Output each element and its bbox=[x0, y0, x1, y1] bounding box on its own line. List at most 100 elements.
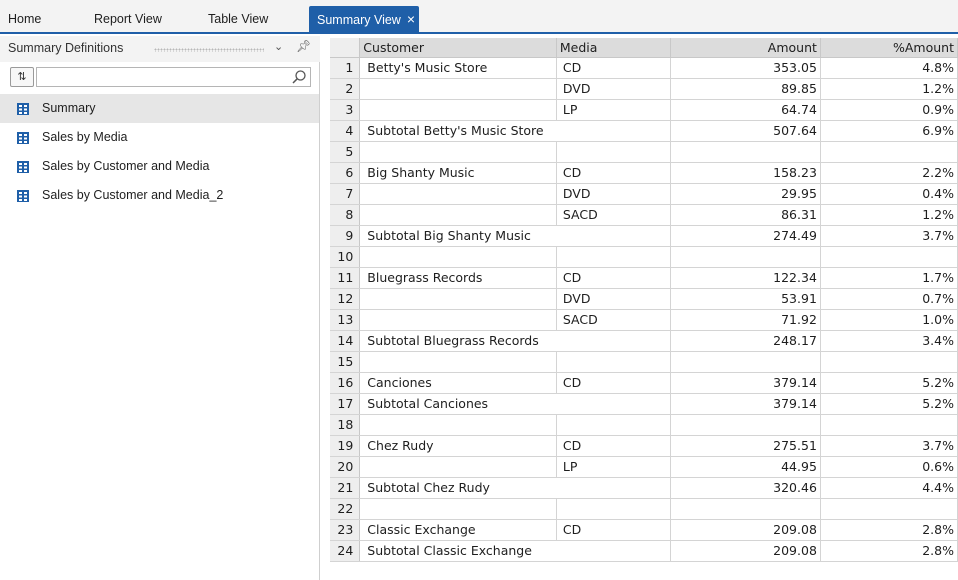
table-row[interactable]: 12 DVD 53.91 0.7% bbox=[330, 288, 958, 310]
cell-pct-amount[interactable] bbox=[820, 246, 958, 268]
cell-pct-amount[interactable] bbox=[820, 351, 958, 373]
cell-media[interactable]: CD bbox=[556, 267, 671, 289]
cell-customer[interactable] bbox=[359, 99, 557, 121]
subtotal-row[interactable]: 9 Subtotal Big Shanty Music 274.49 3.7% bbox=[330, 225, 958, 247]
row-number[interactable]: 21 bbox=[330, 477, 361, 499]
cell-media[interactable] bbox=[556, 330, 671, 352]
cell-media[interactable]: CD bbox=[556, 519, 671, 541]
cell-customer[interactable]: Subtotal Chez Rudy bbox=[359, 477, 557, 499]
table-row[interactable]: 1 Betty's Music Store CD 353.05 4.8% bbox=[330, 57, 958, 79]
row-number[interactable]: 3 bbox=[330, 99, 361, 121]
cell-pct-amount[interactable] bbox=[820, 141, 958, 163]
cell-pct-amount[interactable]: 1.7% bbox=[820, 267, 958, 289]
cell-customer[interactable]: Classic Exchange bbox=[359, 519, 557, 541]
cell-media[interactable] bbox=[556, 540, 671, 562]
cell-amount[interactable]: 44.95 bbox=[670, 456, 821, 478]
row-number[interactable]: 1 bbox=[330, 57, 361, 79]
cell-amount[interactable]: 275.51 bbox=[670, 435, 821, 457]
cell-customer[interactable]: Betty's Music Store bbox=[359, 57, 557, 79]
cell-pct-amount[interactable]: 3.7% bbox=[820, 225, 958, 247]
cell-media[interactable]: SACD bbox=[556, 204, 671, 226]
row-number[interactable]: 2 bbox=[330, 78, 361, 100]
row-number[interactable]: 22 bbox=[330, 498, 361, 520]
cell-media[interactable]: DVD bbox=[556, 183, 671, 205]
column-header-pct-amount[interactable]: %Amount bbox=[820, 38, 958, 58]
cell-customer[interactable] bbox=[359, 246, 557, 268]
cell-amount[interactable]: 248.17 bbox=[670, 330, 821, 352]
column-header-customer[interactable]: Customer bbox=[359, 38, 557, 58]
cell-media[interactable] bbox=[556, 477, 671, 499]
table-row[interactable]: 3 LP 64.74 0.9% bbox=[330, 99, 958, 121]
cell-pct-amount[interactable]: 1.2% bbox=[820, 78, 958, 100]
cell-amount[interactable]: 209.08 bbox=[670, 519, 821, 541]
cell-amount[interactable] bbox=[670, 498, 821, 520]
row-number[interactable]: 23 bbox=[330, 519, 361, 541]
table-row[interactable]: 15 bbox=[330, 351, 958, 373]
table-row[interactable]: 22 bbox=[330, 498, 958, 520]
row-number[interactable]: 11 bbox=[330, 267, 361, 289]
cell-media[interactable]: DVD bbox=[556, 78, 671, 100]
tab-home[interactable]: Home bbox=[2, 6, 47, 34]
cell-customer[interactable] bbox=[359, 309, 557, 331]
pin-icon[interactable]: 📌︎ bbox=[296, 39, 311, 53]
cell-amount[interactable]: 379.14 bbox=[670, 393, 821, 415]
cell-customer[interactable] bbox=[359, 414, 557, 436]
cell-customer[interactable]: Bluegrass Records bbox=[359, 267, 557, 289]
cell-customer[interactable] bbox=[359, 204, 557, 226]
cell-customer[interactable] bbox=[359, 288, 557, 310]
cell-amount[interactable]: 320.46 bbox=[670, 477, 821, 499]
cell-customer[interactable]: Subtotal Betty's Music Store bbox=[359, 120, 557, 142]
tree-item[interactable]: Sales by Customer and Media bbox=[0, 152, 319, 181]
cell-amount[interactable]: 158.23 bbox=[670, 162, 821, 184]
row-number[interactable]: 5 bbox=[330, 141, 361, 163]
cell-amount[interactable]: 89.85 bbox=[670, 78, 821, 100]
cell-amount[interactable] bbox=[670, 414, 821, 436]
subtotal-row[interactable]: 14 Subtotal Bluegrass Records 248.17 3.4% bbox=[330, 330, 958, 352]
close-icon[interactable]: × bbox=[407, 6, 415, 32]
cell-pct-amount[interactable]: 3.4% bbox=[820, 330, 958, 352]
cell-pct-amount[interactable] bbox=[820, 414, 958, 436]
column-header-amount[interactable]: Amount bbox=[670, 38, 821, 58]
table-row[interactable]: 2 DVD 89.85 1.2% bbox=[330, 78, 958, 100]
cell-pct-amount[interactable]: 5.2% bbox=[820, 393, 958, 415]
cell-pct-amount[interactable]: 2.2% bbox=[820, 162, 958, 184]
row-number[interactable]: 15 bbox=[330, 351, 361, 373]
table-row[interactable]: 23 Classic Exchange CD 209.08 2.8% bbox=[330, 519, 958, 541]
cell-customer[interactable] bbox=[359, 183, 557, 205]
cell-media[interactable] bbox=[556, 246, 671, 268]
cell-customer[interactable] bbox=[359, 78, 557, 100]
cell-customer[interactable]: Chez Rudy bbox=[359, 435, 557, 457]
row-number[interactable]: 12 bbox=[330, 288, 361, 310]
cell-pct-amount[interactable]: 0.7% bbox=[820, 288, 958, 310]
cell-media[interactable] bbox=[556, 351, 671, 373]
cell-media[interactable] bbox=[556, 393, 671, 415]
table-row[interactable]: 5 bbox=[330, 141, 958, 163]
cell-media[interactable]: CD bbox=[556, 57, 671, 79]
subtotal-row[interactable]: 24 Subtotal Classic Exchange 209.08 2.8% bbox=[330, 540, 958, 562]
sort-button[interactable]: ⇅ bbox=[10, 67, 34, 87]
cell-pct-amount[interactable]: 0.6% bbox=[820, 456, 958, 478]
cell-amount[interactable]: 122.34 bbox=[670, 267, 821, 289]
table-row[interactable]: 11 Bluegrass Records CD 122.34 1.7% bbox=[330, 267, 958, 289]
cell-pct-amount[interactable]: 3.7% bbox=[820, 435, 958, 457]
cell-customer[interactable]: Canciones bbox=[359, 372, 557, 394]
cell-media[interactable] bbox=[556, 414, 671, 436]
cell-media[interactable] bbox=[556, 141, 671, 163]
tree-item[interactable]: Sales by Customer and Media_2 bbox=[0, 181, 319, 210]
cell-customer[interactable]: Subtotal Classic Exchange bbox=[359, 540, 557, 562]
cell-amount[interactable]: 29.95 bbox=[670, 183, 821, 205]
subtotal-row[interactable]: 17 Subtotal Canciones 379.14 5.2% bbox=[330, 393, 958, 415]
row-number[interactable]: 19 bbox=[330, 435, 361, 457]
cell-media[interactable]: LP bbox=[556, 99, 671, 121]
row-number[interactable]: 13 bbox=[330, 309, 361, 331]
table-row[interactable]: 16 Canciones CD 379.14 5.2% bbox=[330, 372, 958, 394]
cell-media[interactable]: SACD bbox=[556, 309, 671, 331]
tab-table-view[interactable]: Table View bbox=[202, 6, 274, 34]
search-icon[interactable] bbox=[291, 69, 307, 85]
row-number[interactable]: 24 bbox=[330, 540, 361, 562]
cell-media[interactable] bbox=[556, 120, 671, 142]
cell-customer[interactable] bbox=[359, 141, 557, 163]
tab-report-view[interactable]: Report View bbox=[88, 6, 168, 34]
row-number[interactable]: 10 bbox=[330, 246, 361, 268]
cell-pct-amount[interactable]: 2.8% bbox=[820, 519, 958, 541]
